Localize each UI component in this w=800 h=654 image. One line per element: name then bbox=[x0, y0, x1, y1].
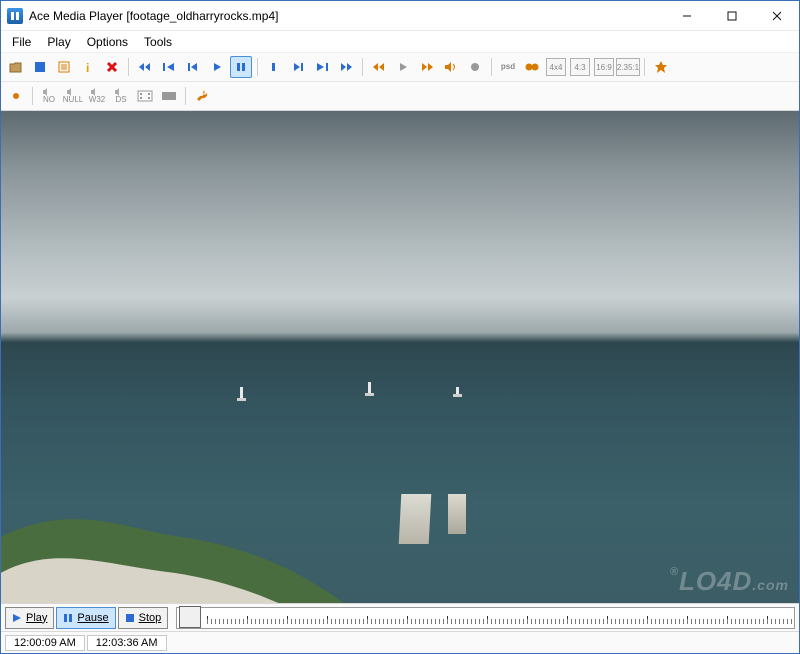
menu-file[interactable]: File bbox=[5, 33, 38, 51]
mute-button[interactable] bbox=[440, 56, 462, 78]
prev-track-button[interactable] bbox=[158, 56, 180, 78]
fast-forward-button[interactable] bbox=[335, 56, 357, 78]
video-frame-detail bbox=[448, 494, 466, 534]
separator bbox=[257, 58, 258, 76]
menu-options[interactable]: Options bbox=[80, 33, 135, 51]
video-frame-detail bbox=[368, 382, 371, 394]
separator bbox=[362, 58, 363, 76]
playlist-button[interactable] bbox=[53, 56, 75, 78]
separator bbox=[128, 58, 129, 76]
info-button[interactable]: i bbox=[77, 56, 99, 78]
separator bbox=[644, 58, 645, 76]
aspect-43-button[interactable]: 4:3 bbox=[569, 56, 591, 78]
menu-play[interactable]: Play bbox=[40, 33, 77, 51]
window-buttons bbox=[664, 1, 799, 30]
seek-ticks bbox=[207, 616, 792, 624]
settings-dot-button[interactable] bbox=[5, 85, 27, 107]
close-button[interactable] bbox=[754, 1, 799, 30]
toolbar-secondary: NO NULL W32 DS bbox=[1, 82, 799, 111]
stop-square-blue-button[interactable] bbox=[29, 56, 51, 78]
seek-thumb[interactable] bbox=[179, 606, 201, 628]
video-renderer-button[interactable] bbox=[134, 85, 156, 107]
step-forward-button[interactable] bbox=[287, 56, 309, 78]
separator bbox=[185, 87, 186, 105]
close-file-button[interactable] bbox=[101, 56, 123, 78]
play-label: Play bbox=[26, 612, 47, 624]
seek-forward-button[interactable] bbox=[416, 56, 438, 78]
stop-label: Stop bbox=[139, 612, 162, 624]
video-frame-detail bbox=[240, 387, 243, 399]
minimize-button[interactable] bbox=[664, 1, 709, 30]
play-control-button[interactable]: Play bbox=[5, 607, 54, 629]
tools-wrench-button[interactable] bbox=[191, 85, 213, 107]
rewind-button[interactable] bbox=[134, 56, 156, 78]
output-w32-button[interactable]: W32 bbox=[86, 85, 108, 107]
status-total: 12:03:36 AM bbox=[87, 635, 167, 651]
toolbar-primary: i psd 4x4 4:3 16:9 2.35:1 bbox=[1, 53, 799, 82]
open-button[interactable] bbox=[5, 56, 27, 78]
app-icon bbox=[7, 8, 23, 24]
stop-control-button[interactable]: Stop bbox=[118, 607, 169, 629]
audio-track-button[interactable] bbox=[521, 56, 543, 78]
play-gray-button[interactable] bbox=[392, 56, 414, 78]
video-display[interactable]: ®LO4D.com bbox=[1, 111, 799, 603]
maximize-button[interactable] bbox=[709, 1, 754, 30]
play-icon bbox=[12, 613, 22, 623]
pause-icon bbox=[63, 613, 73, 623]
play-button[interactable] bbox=[206, 56, 228, 78]
step-back-button[interactable] bbox=[182, 56, 204, 78]
separator bbox=[32, 87, 33, 105]
video-frame-detail bbox=[399, 494, 432, 544]
pause-button[interactable] bbox=[230, 56, 252, 78]
stop-icon bbox=[125, 613, 135, 623]
psd-button[interactable]: psd bbox=[497, 56, 519, 78]
seek-back-button[interactable] bbox=[368, 56, 390, 78]
frame-step-button[interactable] bbox=[263, 56, 285, 78]
status-elapsed: 12:00:09 AM bbox=[5, 635, 85, 651]
output-ds-button[interactable]: DS bbox=[110, 85, 132, 107]
video-frame-detail bbox=[1, 465, 360, 603]
seek-slider[interactable] bbox=[176, 607, 795, 629]
video-frame-detail bbox=[456, 387, 459, 395]
window-title: Ace Media Player [footage_oldharryrocks.… bbox=[29, 9, 664, 23]
svg-text:i: i bbox=[86, 61, 89, 73]
titlebar: Ace Media Player [footage_oldharryrocks.… bbox=[1, 1, 799, 31]
aspect-169-button[interactable]: 16:9 bbox=[593, 56, 615, 78]
output-null-button[interactable]: NULL bbox=[62, 85, 84, 107]
separator bbox=[491, 58, 492, 76]
record-button[interactable] bbox=[464, 56, 486, 78]
output-no-button[interactable]: NO bbox=[38, 85, 60, 107]
aspect-235-button[interactable]: 2.35:1 bbox=[617, 56, 639, 78]
status-bar: 12:00:09 AM 12:03:36 AM bbox=[1, 631, 799, 653]
pause-control-button[interactable]: Pause bbox=[56, 607, 115, 629]
controls-row: Play Pause Stop bbox=[1, 603, 799, 631]
menubar: File Play Options Tools bbox=[1, 31, 799, 53]
aspect-native-button[interactable]: 4x4 bbox=[545, 56, 567, 78]
pause-label: Pause bbox=[77, 612, 108, 624]
menu-tools[interactable]: Tools bbox=[137, 33, 179, 51]
app-window: Ace Media Player [footage_oldharryrocks.… bbox=[0, 0, 800, 654]
favorite-button[interactable] bbox=[650, 56, 672, 78]
next-track-button[interactable] bbox=[311, 56, 333, 78]
overlay-button[interactable] bbox=[158, 85, 180, 107]
